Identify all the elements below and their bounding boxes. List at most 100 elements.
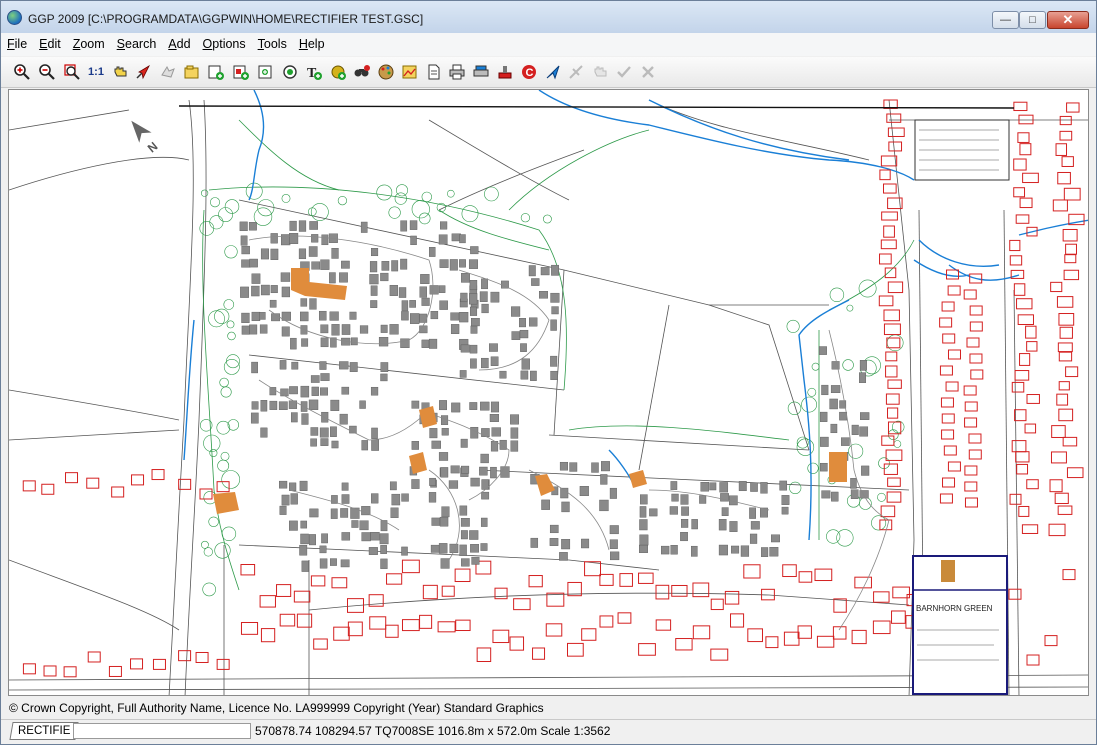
layer-tab[interactable]: RECTIFIE (9, 722, 79, 740)
tree-circle (826, 529, 841, 544)
proposed-building (381, 261, 390, 271)
existing-building (969, 305, 983, 316)
pan-hand-icon[interactable] (111, 63, 129, 81)
add-text-icon[interactable]: T (305, 63, 323, 81)
existing-building (617, 612, 632, 624)
existing-building (947, 285, 961, 296)
menu-search[interactable]: Search (111, 33, 163, 56)
disabled-check-icon[interactable] (615, 63, 633, 81)
proposed-building (721, 507, 729, 516)
proposed-building (379, 533, 389, 545)
stamp-icon[interactable] (496, 63, 514, 81)
existing-building (1049, 479, 1063, 493)
layer-field[interactable] (73, 723, 251, 739)
menu-tools[interactable]: Tools (252, 33, 293, 56)
tree-circle (836, 529, 854, 547)
existing-building (331, 577, 348, 589)
menu-help[interactable]: Help (293, 33, 331, 56)
print-icon[interactable] (448, 63, 466, 81)
zoom-in-icon[interactable] (13, 63, 31, 81)
copyright-icon[interactable]: C (520, 63, 538, 81)
map-image-icon[interactable] (401, 63, 419, 81)
palette-icon[interactable] (377, 63, 395, 81)
proposed-building (531, 278, 540, 286)
toolbar: 1:1 T C (1, 57, 1096, 88)
disabled-hand-icon[interactable] (591, 63, 609, 81)
proposed-building (470, 477, 480, 487)
proposed-building (440, 467, 449, 478)
proposed-building (829, 398, 838, 410)
title-bar[interactable]: GGP 2009 [C:\PROGRAMDATA\GGPWIN\HOME\REC… (1, 1, 1096, 33)
existing-building (1009, 255, 1023, 266)
close-button[interactable]: ✕ (1047, 11, 1089, 29)
proposed-building (460, 530, 468, 540)
disabled-cross-icon[interactable] (639, 63, 657, 81)
proposed-building (470, 426, 479, 439)
existing-building (963, 385, 977, 396)
proposed-building (760, 482, 768, 494)
proposed-building (281, 494, 290, 506)
maximize-button[interactable]: □ (1019, 11, 1046, 29)
menu-zoom[interactable]: Zoom (67, 33, 111, 56)
existing-building (881, 435, 895, 446)
proposed-building (481, 357, 489, 369)
add-point-icon[interactable] (257, 63, 275, 81)
proposed-building (470, 246, 479, 255)
map-canvas[interactable]: N BARNHORN GREEN (8, 89, 1089, 696)
proposed-building (281, 326, 290, 337)
search-binoculars-icon[interactable] (353, 63, 371, 81)
existing-building (1024, 423, 1037, 434)
tree-circle (411, 200, 430, 219)
existing-building (854, 576, 872, 589)
proposed-building (298, 220, 307, 232)
existing-building (939, 493, 953, 504)
document-icon[interactable] (425, 63, 443, 81)
existing-building (887, 379, 902, 389)
proposed-building (251, 401, 259, 410)
proposed-building (521, 358, 530, 370)
existing-building (1063, 187, 1081, 201)
proposed-building (470, 358, 477, 369)
existing-building (1016, 298, 1033, 310)
menu-add[interactable]: Add (162, 33, 196, 56)
proposed-building (409, 220, 418, 230)
minimize-button[interactable]: — (992, 11, 1019, 29)
disabled-tool-icon[interactable] (567, 63, 585, 81)
menu-edit[interactable]: Edit (33, 33, 67, 56)
tree-circle (226, 320, 235, 329)
proposed-building (429, 285, 439, 295)
disabled-move-icon[interactable] (159, 63, 177, 81)
existing-building (22, 480, 36, 492)
menu-file[interactable]: File (1, 33, 33, 56)
existing-building (259, 595, 276, 608)
proposed-building (429, 428, 438, 439)
tree-circle (807, 462, 819, 474)
gps-arrow-icon[interactable] (544, 63, 562, 81)
existing-building (887, 281, 904, 294)
proposed-building (480, 401, 490, 411)
menu-options[interactable]: Options (197, 33, 252, 56)
existing-building (692, 582, 710, 598)
add-object-icon[interactable] (232, 63, 250, 81)
zoom-window-icon[interactable] (63, 63, 81, 81)
proposed-building (300, 298, 308, 307)
existing-building (152, 658, 166, 670)
globe-add-icon[interactable] (329, 63, 347, 81)
add-circle-icon[interactable] (281, 63, 299, 81)
pointer-arrow-icon[interactable] (134, 63, 152, 81)
tree-circle (208, 310, 225, 328)
printer-setup-icon[interactable] (472, 63, 490, 81)
existing-building (883, 225, 895, 238)
existing-building (494, 587, 508, 600)
zoom-out-icon[interactable] (38, 63, 56, 81)
proposed-building (241, 312, 250, 323)
add-layer-icon[interactable] (207, 63, 225, 81)
existing-building (1066, 467, 1084, 479)
proposed-building (311, 261, 321, 270)
proposed-building (541, 499, 550, 510)
existing-building (1050, 451, 1067, 464)
folder-open-icon[interactable] (183, 63, 201, 81)
scale-one-to-one-button[interactable]: 1:1 (85, 63, 107, 81)
existing-building (969, 353, 983, 364)
existing-building (947, 461, 961, 472)
